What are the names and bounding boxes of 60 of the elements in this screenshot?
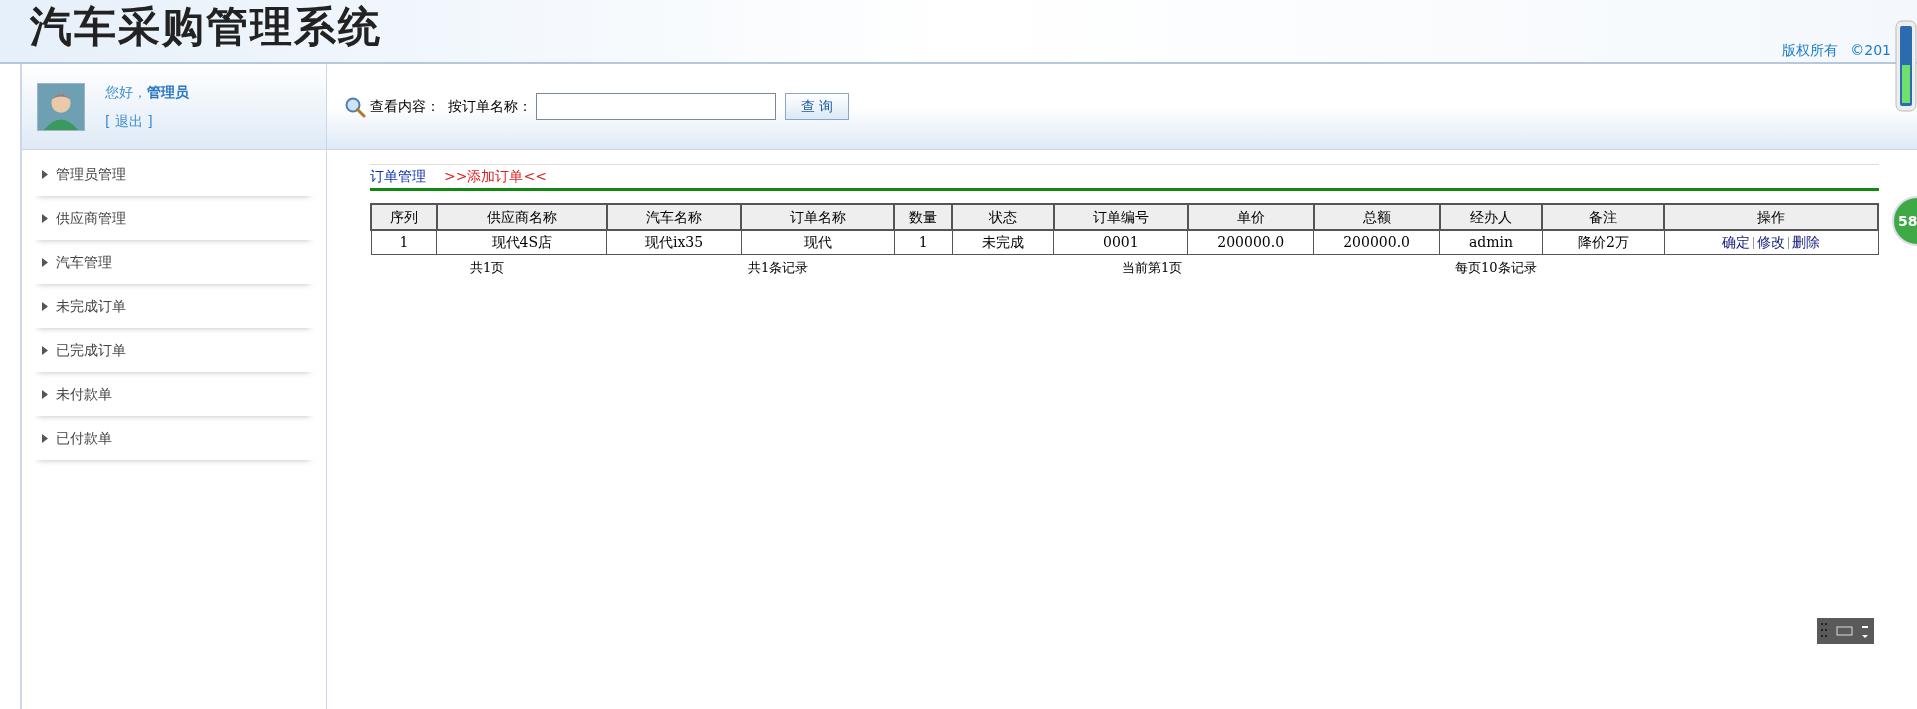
search-icon (344, 95, 366, 118)
column-header: 汽车名称 (606, 204, 742, 230)
triangle-icon (42, 257, 48, 267)
search-label: 按订单名称： (448, 97, 532, 116)
app-title: 汽车采购管理系统 (30, 2, 382, 52)
sidebar-item[interactable]: 已付款单 (32, 416, 316, 460)
column-header: 数量 (894, 204, 953, 230)
table-cell: 200000.0 (1187, 230, 1314, 254)
sidebar-item[interactable]: 汽车管理 (32, 240, 316, 284)
tab[interactable]: >>添加订单<< (444, 166, 547, 187)
keyboard-icon (1817, 618, 1874, 644)
pager-text: 每页10条记录 (1455, 258, 1538, 277)
column-header: 备注 (1542, 204, 1665, 230)
table-cell: 未完成 (952, 230, 1054, 254)
column-header: 总额 (1313, 204, 1440, 230)
pager-text: 共1条记录 (748, 258, 810, 277)
table-cell: 现代4S店 (436, 230, 607, 254)
table-cell: 200000.0 (1313, 230, 1440, 254)
table-cell: 现代ix35 (606, 230, 742, 254)
sidebar-item[interactable]: 未完成订单 (32, 284, 316, 328)
sidebar-item[interactable]: 未付款单 (32, 372, 316, 416)
sidebar-item[interactable]: 管理员管理 (32, 152, 316, 196)
column-header: 序列 (371, 204, 437, 230)
sidebar-item[interactable]: 已完成订单 (32, 328, 316, 372)
column-header: 供应商名称 (436, 204, 607, 230)
user-name: 管理员 (147, 82, 189, 102)
action-link[interactable]: 修改 (1757, 233, 1786, 250)
table-cell: 1 (894, 230, 953, 254)
triangle-icon (42, 213, 48, 223)
sidebar-item[interactable]: 供应商管理 (32, 196, 316, 240)
triangle-icon (42, 169, 48, 179)
pager-text: 共1页 (470, 258, 506, 277)
tab[interactable]: 订单管理 (370, 166, 426, 187)
counter-badge: 58 (1892, 196, 1917, 246)
column-header: 操作 (1664, 204, 1878, 230)
copyright-year: ©201 (1850, 41, 1891, 60)
table-cell: 降价2万 (1542, 230, 1665, 254)
triangle-icon (42, 389, 48, 399)
action-link[interactable]: 确定 (1722, 233, 1751, 250)
pager-text: 当前第1页 (1122, 258, 1184, 277)
table-cell: 1 (371, 230, 437, 254)
query-button[interactable]: 查 询 (785, 93, 850, 120)
triangle-icon (42, 345, 48, 355)
table-cell: 现代 (741, 230, 895, 254)
column-header: 单价 (1187, 204, 1314, 230)
level-meter-icon (1895, 20, 1917, 112)
table-cell: admin (1439, 230, 1543, 254)
table-cell: 0001 (1053, 230, 1188, 254)
triangle-icon (42, 433, 48, 443)
column-header: 状态 (952, 204, 1054, 230)
column-header: 订单编号 (1053, 204, 1188, 230)
greeting-text: 您好， (105, 82, 147, 102)
search-title: 查看内容： (370, 97, 440, 116)
column-header: 订单名称 (741, 204, 895, 230)
copyright-text: 版权所有 (1782, 41, 1839, 60)
order-name-field[interactable] (536, 93, 776, 120)
avatar-icon (37, 82, 85, 131)
triangle-icon (42, 301, 48, 311)
column-header: 经办人 (1439, 204, 1543, 230)
action-link[interactable]: 删除 (1792, 233, 1821, 250)
